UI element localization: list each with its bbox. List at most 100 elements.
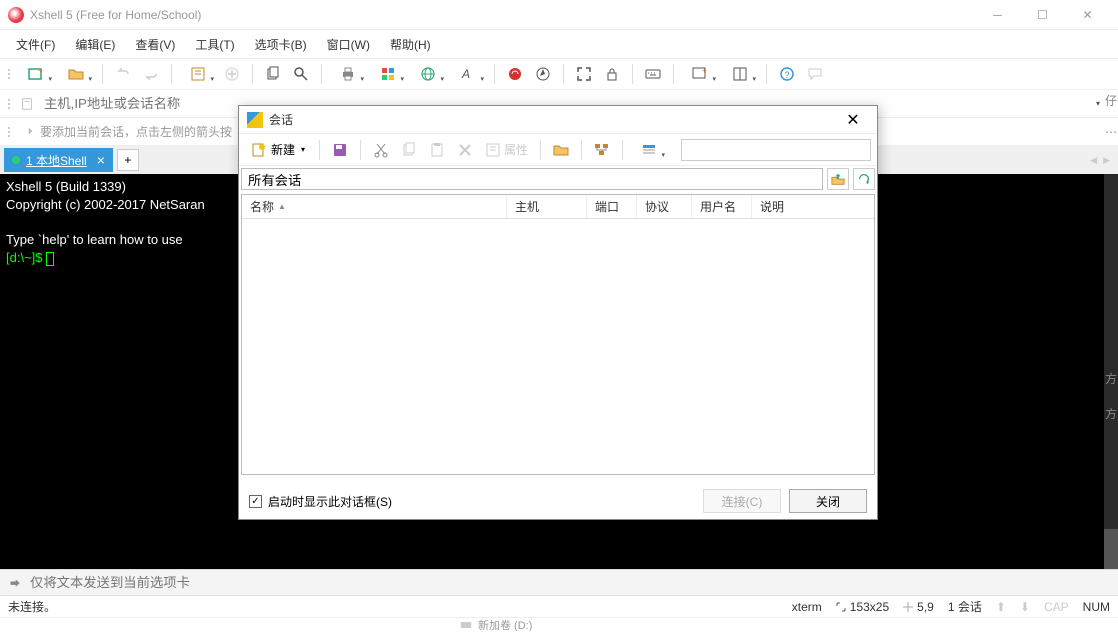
col-proto[interactable]: 协议	[637, 195, 692, 218]
chat-button[interactable]	[803, 62, 827, 86]
dialog-close-button[interactable]: ✕	[837, 108, 869, 132]
send-input[interactable]	[30, 574, 1112, 592]
new-terminal-button[interactable]: +▾	[682, 62, 718, 86]
font-button[interactable]: A▾	[450, 62, 486, 86]
dialog-icon	[247, 112, 263, 128]
svg-text:A: A	[461, 67, 470, 81]
dialog-new-label: 新建	[271, 141, 295, 158]
dialog-refresh-button[interactable]	[853, 168, 875, 190]
dialog-folder-button[interactable]	[549, 138, 573, 162]
main-toolbar: +▾ ▾ ▾ ▾ ▾ ▾ A▾ +▾ ▾ ?	[0, 58, 1118, 90]
menu-file[interactable]: 文件(F)	[8, 32, 63, 57]
reconnect-button[interactable]	[111, 62, 135, 86]
disconnect-button[interactable]	[139, 62, 163, 86]
status-size: 153x25	[836, 600, 889, 614]
titlebar: Xshell 5 (Free for Home/School) ─ ☐ ✕	[0, 0, 1118, 30]
menu-tabs[interactable]: 选项卡(B)	[247, 32, 315, 57]
pos-icon	[903, 602, 913, 612]
app-icon	[8, 7, 24, 23]
col-host[interactable]: 主机	[507, 195, 587, 218]
tab-nav-left[interactable]: ◀	[1090, 155, 1097, 166]
dialog-up-button[interactable]	[827, 168, 849, 190]
menu-view[interactable]: 查看(V)	[127, 32, 183, 57]
dialog-copy-button[interactable]	[397, 138, 421, 162]
status-up-icon: ⬆	[996, 600, 1006, 614]
dialog-startup-checkbox[interactable]: ✓ 启动时显示此对话框(S)	[249, 493, 392, 510]
dialog-tree-button[interactable]	[590, 138, 614, 162]
dialog-path-input[interactable]	[241, 168, 823, 190]
tab-add-button[interactable]: +	[117, 149, 139, 171]
open-button[interactable]: ▾	[58, 62, 94, 86]
status-term: xterm	[792, 600, 822, 614]
toolbar-grip[interactable]	[6, 69, 12, 79]
dialog-save-button[interactable]	[328, 138, 352, 162]
menu-edit[interactable]: 编辑(E)	[67, 32, 123, 57]
tab-close-icon[interactable]: ×	[97, 152, 105, 168]
status-dot-icon	[12, 156, 20, 164]
dialog-search-input[interactable]	[688, 141, 865, 159]
dialog-checkbox-label: 启动时显示此对话框(S)	[268, 493, 392, 510]
menu-window[interactable]: 窗口(W)	[319, 32, 378, 57]
dialog-new-button[interactable]: 新建 ▾	[245, 139, 311, 160]
xagent-button[interactable]	[503, 62, 527, 86]
find-button[interactable]	[289, 62, 313, 86]
menu-help[interactable]: 帮助(H)	[382, 32, 439, 57]
dialog-cut-button[interactable]	[369, 138, 393, 162]
send-menu-icon[interactable]: ⮕	[6, 575, 24, 590]
menu-tools[interactable]: 工具(T)	[187, 32, 242, 57]
svg-text:?: ?	[785, 70, 790, 80]
taskbar-strip: 新加卷 (D:)	[0, 617, 1118, 631]
lock-button[interactable]	[600, 62, 624, 86]
statusbar: 未连接。 xterm 153x25 5,9 1 会话 ⬆ ⬇ CAP NUM	[0, 595, 1118, 617]
col-port[interactable]: 端口	[587, 195, 637, 218]
dialog-list: 名称▲ 主机 端口 协议 用户名 说明	[241, 194, 875, 475]
status-cap: CAP	[1044, 600, 1069, 614]
arrow-icon[interactable]	[20, 125, 34, 139]
term-line-3: Type `help' to learn how to use	[6, 232, 186, 247]
term-prompt: [d:\~]$	[6, 250, 46, 265]
properties-button[interactable]: ▾	[180, 62, 216, 86]
minimize-button[interactable]: ─	[975, 1, 1020, 29]
close-button[interactable]: ✕	[1065, 1, 1110, 29]
tip-grip[interactable]	[6, 127, 12, 137]
drive-label: 新加卷 (D:)	[478, 617, 532, 631]
col-user[interactable]: 用户名	[692, 195, 752, 218]
address-grip[interactable]	[6, 99, 12, 109]
properties-icon	[485, 142, 501, 158]
dialog-view-button[interactable]: ▾	[631, 138, 667, 162]
dialog-toolbar: 新建 ▾ 属性 ▾	[239, 134, 877, 166]
address-dropdown[interactable]: ▾	[1096, 99, 1100, 108]
dialog-list-headers: 名称▲ 主机 端口 协议 用户名 说明	[242, 195, 874, 219]
dialog-properties-button[interactable]: 属性	[481, 138, 532, 162]
edge-hint-2: ⋯	[1104, 125, 1118, 139]
print-button[interactable]: ▾	[330, 62, 366, 86]
status-connection: 未连接。	[8, 598, 56, 615]
layout-button[interactable]: ▾	[722, 62, 758, 86]
maximize-button[interactable]: ☐	[1020, 1, 1065, 29]
cursor-icon	[46, 252, 54, 266]
dialog-connect-button: 连接(C)	[703, 489, 781, 513]
new-session-button[interactable]: +▾	[18, 62, 54, 86]
dialog-list-body[interactable]	[242, 219, 874, 474]
col-name[interactable]: 名称▲	[242, 195, 507, 218]
dialog-title: 会话	[269, 111, 837, 128]
compass-button[interactable]	[531, 62, 555, 86]
dialog-search[interactable]	[681, 139, 871, 161]
dialog-close-btn[interactable]: 关闭	[789, 489, 867, 513]
tab-local-shell[interactable]: 1 本地Shell ×	[4, 148, 113, 172]
col-desc[interactable]: 说明	[752, 195, 874, 218]
transfer-button[interactable]	[220, 62, 244, 86]
fullscreen-button[interactable]	[572, 62, 596, 86]
tab-nav-right[interactable]: ▶	[1103, 155, 1110, 166]
dialog-delete-button[interactable]	[453, 138, 477, 162]
term-line-2: Copyright (c) 2002-2017 NetSaran	[6, 197, 205, 212]
dialog-footer: ✓ 启动时显示此对话框(S) 连接(C) 关闭	[239, 483, 877, 519]
language-button[interactable]: ▾	[410, 62, 446, 86]
menubar: 文件(F) 编辑(E) 查看(V) 工具(T) 选项卡(B) 窗口(W) 帮助(…	[0, 30, 1118, 58]
keyboard-button[interactable]	[641, 62, 665, 86]
dialog-paste-button[interactable]	[425, 138, 449, 162]
help-button[interactable]: ?	[775, 62, 799, 86]
sessions-dialog: 会话 ✕ 新建 ▾ 属性 ▾	[238, 105, 878, 520]
copy-button[interactable]	[261, 62, 285, 86]
color-scheme-button[interactable]: ▾	[370, 62, 406, 86]
